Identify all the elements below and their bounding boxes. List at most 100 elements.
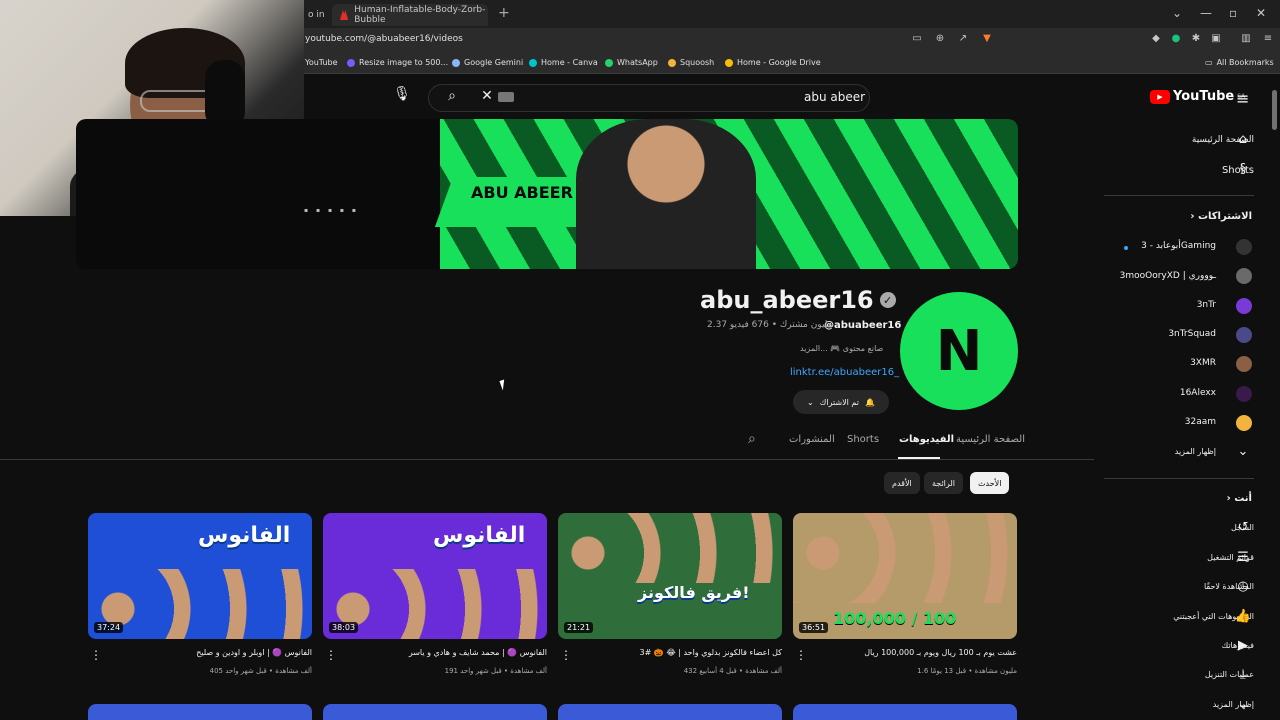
restore-icon[interactable]: ▫ — [1229, 6, 1237, 20]
chip-popular[interactable]: الرائجة — [924, 472, 963, 494]
more-actions-icon[interactable]: ⋮ — [795, 648, 807, 662]
subscribed-button[interactable]: ⌄ تم الاشتراك 🔔 — [793, 390, 889, 414]
channel-avatar-small — [1236, 268, 1252, 284]
channel-avatar[interactable]: N — [900, 292, 1018, 410]
sidebar-item-subscription[interactable]: 16Alexx — [1104, 388, 1216, 398]
extension-icon[interactable]: ◆ — [1150, 33, 1162, 45]
youtube-logo[interactable]: ▶ YouTube SA — [1150, 89, 1245, 104]
all-bookmarks[interactable]: ▭ All Bookmarks — [1205, 58, 1274, 67]
thumbnail-text: فريق فالكونز! — [638, 583, 750, 602]
share-icon[interactable]: ↗ — [957, 33, 969, 45]
video-title[interactable]: الفانوس 🟣 | محمد شايف و هادي و ياسر — [333, 648, 547, 657]
minimize-icon[interactable]: — — [1200, 6, 1212, 20]
sidebar-toggle-icon[interactable]: ▥ — [1240, 33, 1252, 45]
puzzle-icon[interactable]: ✱ — [1190, 33, 1202, 45]
gemini-icon — [452, 58, 460, 67]
sidebar-item-playlists[interactable]: قوائم التشغيل — [1104, 553, 1254, 562]
subscriptions-header[interactable]: › الاشتراكات — [1104, 211, 1252, 222]
bookmark-drive[interactable]: Home - Google Drive — [725, 58, 821, 67]
bell-icon: 🔔 — [864, 397, 875, 407]
you-header[interactable]: › أنت — [1104, 493, 1252, 504]
verified-icon: ✓ — [879, 292, 896, 308]
bookmark-youtube[interactable]: YouTube — [305, 58, 338, 67]
banner-sponsor-logos: ▪ ▪ ▪ ▪ ▪ — [304, 207, 359, 214]
sidebar-show-more[interactable]: إظهار المزيد — [1104, 700, 1254, 709]
tab-posts[interactable]: المنشورات — [789, 434, 835, 445]
video-thumbnail-partial[interactable] — [793, 704, 1017, 720]
bookmark-whatsapp[interactable]: WhatsApp — [605, 58, 658, 67]
shorts-icon: § — [1239, 162, 1247, 177]
search-icon[interactable]: ⌕ — [442, 88, 462, 104]
clear-search-icon[interactable]: ✕ — [478, 88, 496, 104]
video-thumbnail[interactable]: الفانوس 38:03 — [323, 513, 547, 639]
sidebar-item-subscription[interactable]: 3XMR — [1104, 358, 1216, 368]
sidebar-show-more[interactable]: إظهار المزيد — [1104, 447, 1216, 456]
browser-tab-active[interactable]: Human-Inflatable-Body-Zorb-Bubble — [332, 4, 488, 26]
sidebar-item-shorts[interactable]: Shorts — [1104, 165, 1254, 176]
channel-search-icon[interactable]: ⌕ — [748, 431, 756, 447]
wallet-icon[interactable]: ▣ — [1210, 33, 1222, 45]
video-duration: 38:03 — [329, 622, 359, 633]
zoom-icon[interactable]: ⊕ — [934, 33, 946, 45]
video-thumbnail[interactable]: الفانوس 37:24 — [88, 513, 312, 639]
video-thumbnail-partial[interactable] — [323, 704, 547, 720]
bookmark-canva[interactable]: Home - Canva — [529, 58, 598, 67]
chip-latest[interactable]: الأحدث — [970, 472, 1010, 494]
tab-videos[interactable]: الفيديوهات — [899, 434, 954, 445]
url-field[interactable]: youtube.com/@abuabeer16/videos — [305, 34, 463, 44]
sidebar-item-liked[interactable]: الفيديوهات التي أعجبتني — [1104, 612, 1254, 621]
bookmark-squoosh[interactable]: Squoosh — [668, 58, 714, 67]
channel-avatar-small — [1236, 298, 1252, 314]
canva-icon — [529, 58, 537, 67]
bookmark-label: Resize image to 500... — [359, 58, 449, 67]
keyboard-icon[interactable] — [498, 92, 514, 102]
more-actions-icon[interactable]: ⋮ — [90, 648, 102, 662]
channel-name: abu_abeer16 ✓ — [700, 286, 896, 314]
more-actions-icon[interactable]: ⋮ — [325, 648, 337, 662]
tab-home[interactable]: الصفحة الرئيسية — [956, 434, 1025, 445]
brave-shield-icon[interactable]: ▼ — [981, 33, 993, 45]
hamburger-menu-icon[interactable]: ≡ — [1236, 89, 1249, 108]
video-thumbnail-partial[interactable] — [88, 704, 312, 720]
video-title[interactable]: كل اعضاء فالكونز بدلوي واحد | 😂 🎃 #3 — [568, 648, 782, 657]
sidebar-item-subscription[interactable]: 3nTrSquad — [1104, 329, 1216, 339]
more-actions-icon[interactable]: ⋮ — [560, 648, 572, 662]
chip-oldest[interactable]: الأقدم — [884, 472, 920, 494]
video-thumbnail[interactable]: فريق فالكونز! 21:21 — [558, 513, 782, 639]
channel-avatar-small — [1236, 386, 1252, 402]
sidebar-item-subscription[interactable]: 32aam — [1104, 417, 1216, 427]
video-meta: 432 ألف مشاهدة • قبل 4 أسابيع — [683, 667, 782, 675]
channel-description[interactable]: صانع محتوى 🎮 ...المزيد — [800, 344, 883, 353]
menu-icon[interactable]: ≡ — [1262, 33, 1274, 45]
voice-search-icon[interactable]: 🎙 — [392, 86, 412, 108]
video-thumbnail[interactable]: 100,000 / 100 36:51 — [793, 513, 1017, 639]
video-title[interactable]: عشت يوم بـ 100 ريال ويوم بـ 100,000 ريال — [803, 648, 1017, 657]
your-videos-icon: ▶ — [1238, 638, 1248, 653]
active-tab-indicator — [898, 457, 940, 459]
vpn-icon[interactable]: ● — [1170, 33, 1182, 45]
sidebar-item-history[interactable]: السجل — [1104, 523, 1254, 532]
tab-search-icon[interactable]: ⌄ — [1172, 6, 1182, 20]
close-icon[interactable]: ✕ — [1256, 6, 1266, 20]
cast-icon[interactable]: ▭ — [911, 33, 923, 45]
sidebar-scrollbar[interactable] — [1272, 90, 1277, 130]
tab-shorts[interactable]: Shorts — [847, 434, 879, 445]
search-input[interactable]: abu abeer — [804, 90, 865, 104]
banner-person — [576, 119, 756, 269]
browser-tab[interactable]: o in — [300, 4, 330, 26]
sidebar-item-home[interactable]: الصفحة الرئيسية — [1104, 135, 1254, 145]
sidebar-item-downloads[interactable]: عمليات التنزيل — [1104, 670, 1254, 679]
video-title[interactable]: الفانوس 🟣 | اوبلر و اودين و صليح — [98, 648, 312, 657]
sidebar-item-watch-later[interactable]: المشاهدة لاحقًا — [1104, 582, 1254, 591]
sidebar-item-subscription[interactable]: 3mooOoryXD | ـوووري — [1104, 271, 1216, 281]
folder-icon: ▭ — [1205, 58, 1213, 67]
new-tab-button[interactable]: + — [498, 5, 510, 21]
channel-link[interactable]: linktr.ee/abuabeer16_ — [790, 367, 899, 378]
sidebar-item-subscription[interactable]: أبوعابد - 3Gaming — [1104, 241, 1216, 251]
video-thumbnail-partial[interactable] — [558, 704, 782, 720]
sidebar-item-subscription[interactable]: 3nTr — [1104, 300, 1216, 310]
bookmark-resize[interactable]: Resize image to 500... — [347, 58, 448, 67]
sidebar-item-your-videos[interactable]: فيديوهاتك — [1104, 641, 1254, 650]
bookmark-gemini[interactable]: Google Gemini — [452, 58, 523, 67]
banner-logo: ABU ABEER — [471, 183, 573, 202]
